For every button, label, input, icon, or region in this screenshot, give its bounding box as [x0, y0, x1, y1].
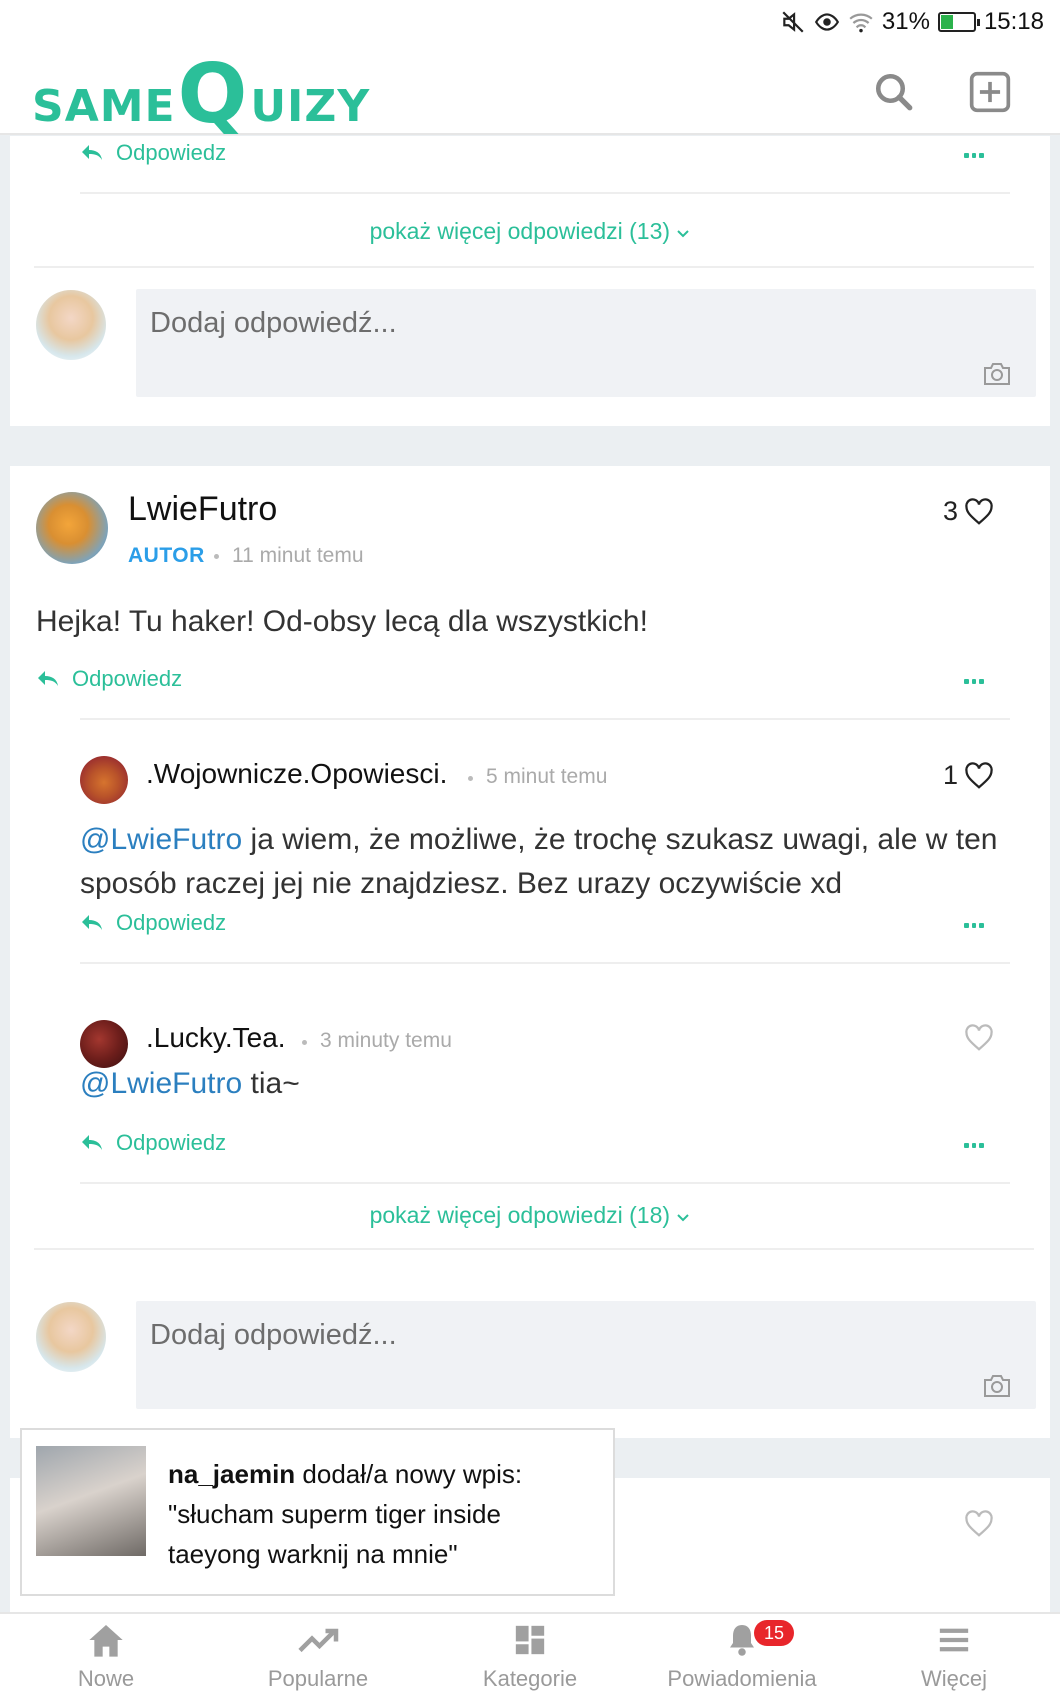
reply-author-avatar[interactable] [80, 1020, 128, 1068]
samequizy-logo[interactable]: SAME Q UIZY [32, 54, 370, 136]
trending-icon [298, 1628, 339, 1653]
reply-arrow-icon [38, 671, 58, 686]
show-more-replies-link[interactable]: pokaż więcej odpowiedzi (13) [10, 218, 1050, 245]
reply-time: 3 minuty temu [320, 1029, 452, 1052]
separator-dot [468, 776, 473, 781]
reply-text: @LwieFutro ja wiem, że możliwe, że troch… [80, 823, 998, 900]
show-more-replies-link[interactable]: pokaż więcej odpowiedzi (18) [10, 1202, 1050, 1229]
reply-link[interactable]: Odpowiedz [80, 1130, 226, 1156]
grid-icon [515, 1625, 545, 1655]
heart-icon [965, 1024, 993, 1051]
separator-dot [214, 554, 219, 559]
current-user-avatar [36, 1302, 106, 1372]
new-post-notification[interactable]: na_jaemin dodał/a nowy wpis: "słucham su… [20, 1428, 615, 1596]
reply-link[interactable]: Odpowiedz [36, 666, 182, 692]
like-count: 3 [942, 496, 958, 526]
more-options-button[interactable] [964, 679, 985, 685]
chevron-down-icon [677, 230, 690, 238]
reply-author-name[interactable]: .Lucky.Tea. [146, 1022, 286, 1054]
notification-count-badge: 15 [754, 1620, 795, 1646]
nav-nowe[interactable]: Nowe [0, 1614, 212, 1696]
nav-wiecej[interactable]: Więcej [848, 1614, 1060, 1696]
reply-arrow-icon [82, 1135, 102, 1150]
reply-author-avatar[interactable] [80, 756, 128, 804]
camera-icon[interactable] [982, 1373, 1012, 1399]
search-button[interactable] [870, 68, 918, 116]
reply-time: 5 minut temu [486, 765, 608, 788]
divider [80, 962, 1010, 964]
divider [34, 1248, 1034, 1250]
author-avatar[interactable] [36, 492, 108, 564]
divider [34, 266, 1034, 268]
mention-link[interactable]: @LwieFutro [80, 1067, 242, 1100]
like-button[interactable]: 3 [943, 496, 994, 527]
status-icons: 31% 15:18 [780, 8, 1044, 36]
mention-link[interactable]: @LwieFutro [80, 823, 242, 856]
chevron-down-icon [677, 1214, 690, 1222]
heart-icon [965, 497, 993, 525]
reply-arrow-icon [82, 145, 102, 160]
clock: 15:18 [983, 8, 1044, 35]
home-icon [89, 1625, 123, 1657]
camera-icon[interactable] [982, 361, 1012, 387]
divider [80, 718, 1010, 720]
reply-arrow-icon [82, 915, 102, 930]
nav-popularne[interactable]: Popularne [212, 1614, 424, 1696]
comment-card-previous: Odpowiedz pokaż więcej odpowiedzi (13) D… [10, 136, 1050, 426]
divider [80, 192, 1010, 194]
heart-icon [965, 761, 993, 789]
author-name[interactable]: LwieFutro [128, 490, 277, 529]
add-quiz-button[interactable] [966, 68, 1014, 116]
nav-powiadomienia[interactable]: Powiadomienia 15 [636, 1614, 848, 1696]
status-bar: 31% 15:18 [0, 0, 1060, 50]
reply-input[interactable]: Dodaj odpowiedź... [136, 289, 1036, 397]
battery-percent: 31% [881, 8, 930, 35]
search-icon [875, 73, 913, 111]
current-user-avatar [36, 290, 106, 360]
menu-icon [939, 1628, 969, 1652]
reply-link[interactable]: Odpowiedz [80, 910, 226, 936]
like-button[interactable]: 1 [943, 760, 994, 791]
like-count: 1 [942, 760, 958, 790]
eye-icon [814, 13, 839, 31]
app-header: SAME Q UIZY [0, 50, 1060, 136]
more-options-button[interactable] [964, 153, 985, 159]
more-options-button[interactable] [964, 923, 985, 929]
separator-dot [302, 1040, 307, 1045]
comment-time: 11 minut temu [232, 544, 364, 567]
reply-author-name[interactable]: .Wojownicze.Opowiesci. [146, 758, 447, 790]
reply-input[interactable]: Dodaj odpowiedź... [136, 1301, 1036, 1409]
plus-square-icon [969, 71, 1011, 113]
heart-icon[interactable] [964, 1510, 994, 1538]
battery-icon [937, 12, 980, 32]
notification-user-photo [36, 1446, 146, 1556]
divider [80, 1182, 1010, 1184]
mute-icon [782, 11, 804, 33]
reply-text: @LwieFutro tia~ [80, 1067, 300, 1100]
author-badge: AUTOR [128, 544, 205, 567]
more-options-button[interactable] [964, 1143, 985, 1149]
comment-card: LwieFutro AUTOR 11 minut temu 3 Hejka! T… [10, 466, 1050, 1438]
wifi-icon [849, 13, 873, 33]
comment-text: Hejka! Tu haker! Od-obsy lecą dla wszyst… [36, 605, 648, 638]
like-button[interactable] [958, 1024, 994, 1052]
notification-text: na_jaemin dodał/a nowy wpis: "słucham su… [168, 1459, 523, 1569]
nav-kategorie[interactable]: Kategorie [424, 1614, 636, 1696]
bottom-navigation: Nowe Popularne Kategorie Powiadomienia 1… [0, 1612, 1060, 1696]
reply-link[interactable]: Odpowiedz [80, 140, 226, 166]
